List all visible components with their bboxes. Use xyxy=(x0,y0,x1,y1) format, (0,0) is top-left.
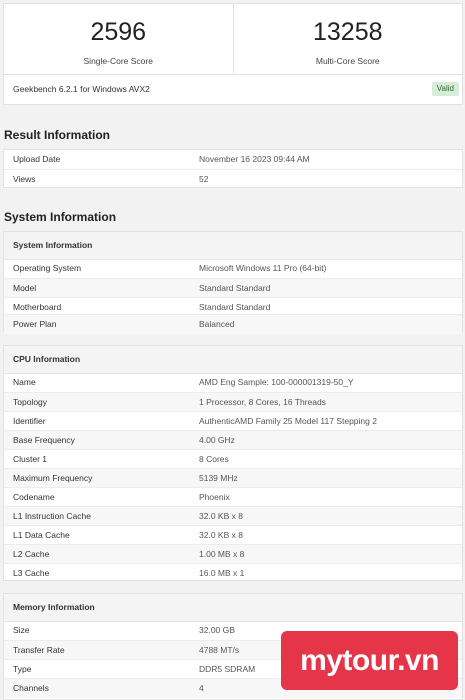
row-key: Maximum Frequency xyxy=(13,473,93,483)
row-key: Views xyxy=(13,174,36,184)
row-key: Identifier xyxy=(13,416,46,426)
table-row: Maximum Frequency 5139 MHz xyxy=(4,468,462,488)
row-key: Upload Date xyxy=(13,154,61,164)
multi-core-score: 13258 Multi-Core Score xyxy=(232,4,463,74)
row-value: 1 Processor, 8 Cores, 16 Threads xyxy=(199,397,326,407)
table-row: L1 Data Cache 32.0 KB x 8 xyxy=(4,525,462,545)
multi-core-score-value: 13258 xyxy=(312,18,383,46)
row-value: 32.0 KB x 8 xyxy=(199,511,243,521)
row-value: 5139 MHz xyxy=(199,473,238,483)
table-row: L1 Instruction Cache 32.0 KB x 8 xyxy=(4,506,462,526)
table-row: Name AMD Eng Sample: 100-000001319-50_Y xyxy=(4,373,462,392)
row-value: 52 xyxy=(199,174,209,184)
row-value: Standard Standard xyxy=(199,283,271,293)
table-row: Model Standard Standard xyxy=(4,278,462,298)
table-row: Operating System Microsoft Windows 11 Pro… xyxy=(4,259,462,278)
row-value: AMD Eng Sample: 100-000001319-50_Y xyxy=(199,377,354,387)
row-key: Base Frequency xyxy=(13,435,75,445)
benchmark-version: Geekbench 6.2.1 for Windows AVX2 xyxy=(13,84,150,94)
row-key: L3 Cache xyxy=(13,568,50,578)
row-value: DDR5 SDRAM xyxy=(199,664,256,674)
row-key: Codename xyxy=(13,492,55,502)
cpu-information-header: CPU Information xyxy=(4,346,462,374)
row-value: AuthenticAMD Family 25 Model 117 Steppin… xyxy=(199,416,377,426)
row-key: Channels xyxy=(13,683,49,693)
row-key: L1 Data Cache xyxy=(13,530,70,540)
table-row: Identifier AuthenticAMD Family 25 Model 1… xyxy=(4,411,462,431)
row-key: Type xyxy=(13,664,32,674)
row-key: Power Plan xyxy=(13,319,57,329)
valid-badge: Valid xyxy=(431,82,459,96)
row-key: Transfer Rate xyxy=(13,645,65,655)
memory-information-header: Memory Information xyxy=(4,594,462,622)
row-key: Operating System xyxy=(13,263,82,273)
result-information-table: Upload Date November 16 2023 09:44 AM Vi… xyxy=(3,149,463,188)
row-value: 4.00 GHz xyxy=(199,435,235,445)
multi-core-score-label: Multi-Core Score xyxy=(315,56,380,66)
single-core-score: 2596 Single-Core Score xyxy=(4,4,233,74)
single-core-score-value: 2596 xyxy=(90,18,147,46)
table-row: Cluster 1 8 Cores xyxy=(4,449,462,469)
row-key: Name xyxy=(13,377,36,387)
cpu-information-table: CPU Information Name AMD Eng Sample: 100-… xyxy=(3,345,463,581)
watermark-text: mytour.vn xyxy=(300,643,439,677)
result-row-views: Views 52 xyxy=(4,169,462,189)
row-value: 8 Cores xyxy=(199,454,229,464)
score-panel: 2596 Single-Core Score 13258 Multi-Core … xyxy=(3,3,463,75)
system-information-table: System Information Operating System Micro… xyxy=(3,231,463,334)
system-information-header: System Information xyxy=(4,232,462,260)
table-row: Codename Phoenix xyxy=(4,487,462,507)
table-row: Power Plan Balanced xyxy=(4,314,462,334)
row-value: 32.00 GB xyxy=(199,625,235,635)
result-row-upload-date: Upload Date November 16 2023 09:44 AM xyxy=(4,150,462,169)
row-key: L2 Cache xyxy=(13,549,50,559)
single-core-score-label: Single-Core Score xyxy=(83,56,153,66)
system-information-title: System Information xyxy=(4,210,117,224)
row-value: 4 xyxy=(199,683,204,693)
row-value: 1.00 MB x 8 xyxy=(199,549,245,559)
version-bar: Geekbench 6.2.1 for Windows AVX2 Valid xyxy=(3,75,463,105)
table-row: Base Frequency 4.00 GHz xyxy=(4,430,462,450)
table-row: L2 Cache 1.00 MB x 8 xyxy=(4,544,462,564)
row-key: Topology xyxy=(13,397,48,407)
mytour-watermark-logo: mytour.vn xyxy=(281,631,458,690)
table-row: L3 Cache 16.0 MB x 1 xyxy=(4,563,462,583)
row-value: November 16 2023 09:44 AM xyxy=(199,154,310,164)
row-value: Balanced xyxy=(199,319,235,329)
row-key: Size xyxy=(13,625,30,635)
row-key: Model xyxy=(13,283,37,293)
row-value: 4788 MT/s xyxy=(199,645,240,655)
row-value: 16.0 MB x 1 xyxy=(199,568,245,578)
result-information-title: Result Information xyxy=(4,128,111,142)
row-value: 32.0 KB x 8 xyxy=(199,530,243,540)
row-value: Phoenix xyxy=(199,492,230,502)
row-key: L1 Instruction Cache xyxy=(13,511,91,521)
row-value: Microsoft Windows 11 Pro (64-bit) xyxy=(199,263,327,273)
table-row: Topology 1 Processor, 8 Cores, 16 Threads xyxy=(4,392,462,412)
row-key: Cluster 1 xyxy=(13,454,48,464)
